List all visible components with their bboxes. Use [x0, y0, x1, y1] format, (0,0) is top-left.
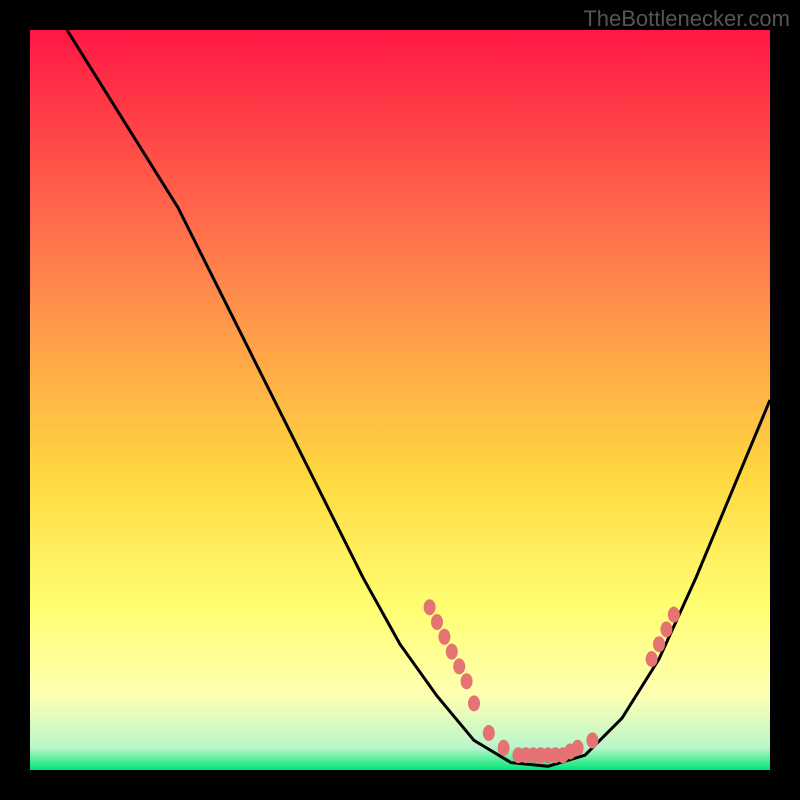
data-marker [424, 599, 436, 615]
data-marker [660, 621, 672, 637]
data-marker [646, 651, 658, 667]
data-marker [438, 629, 450, 645]
data-marker [453, 658, 465, 674]
data-marker [653, 636, 665, 652]
data-marker [446, 644, 458, 660]
watermark-text: TheBottlenecker.com [583, 6, 790, 32]
data-marker [431, 614, 443, 630]
data-marker [468, 695, 480, 711]
data-marker [461, 673, 473, 689]
chart-container: TheBottlenecker.com [0, 0, 800, 800]
chart-svg [30, 30, 770, 770]
plot-area [30, 30, 770, 770]
data-marker [586, 732, 598, 748]
data-marker [668, 607, 680, 623]
data-marker [498, 740, 510, 756]
data-marker [483, 725, 495, 741]
data-marker [572, 740, 584, 756]
